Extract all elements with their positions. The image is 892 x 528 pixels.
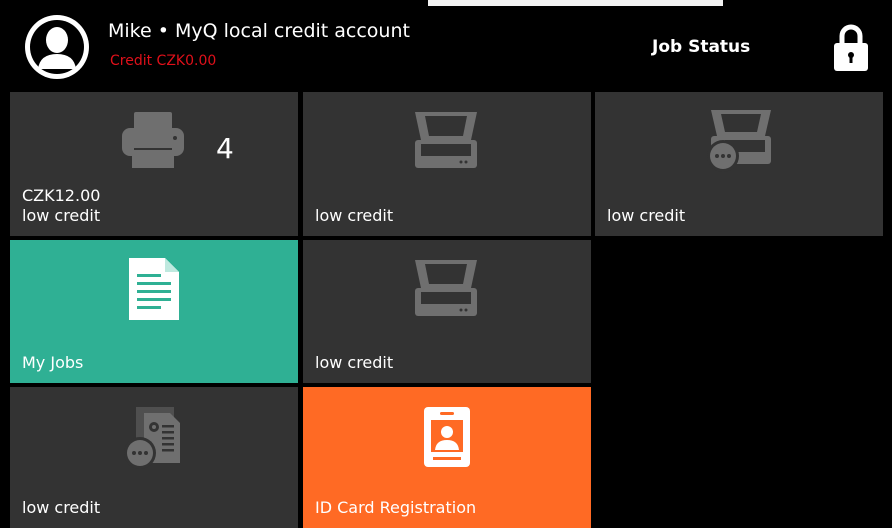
tile-scan[interactable]: low credit bbox=[303, 92, 591, 236]
tile-copy-more[interactable]: low credit bbox=[10, 387, 298, 528]
tile-my-jobs-label: My Jobs bbox=[22, 353, 84, 372]
document-icon bbox=[129, 258, 179, 320]
lock-icon[interactable] bbox=[832, 23, 870, 73]
id-card-icon bbox=[424, 407, 470, 467]
scanner-icon bbox=[415, 112, 477, 168]
tile-scan-label: low credit bbox=[315, 206, 394, 225]
scanner-icon bbox=[415, 260, 477, 316]
avatar-icon[interactable] bbox=[24, 14, 90, 80]
scanner-more-icon bbox=[707, 110, 771, 172]
job-count-badge: 4 bbox=[216, 132, 234, 165]
printer-icon bbox=[122, 112, 184, 168]
copy-document-more-icon bbox=[124, 407, 180, 469]
header-bar: Mike • MyQ local credit account Credit C… bbox=[0, 6, 892, 87]
tile-scan-2[interactable]: low credit bbox=[303, 240, 591, 383]
credit-balance: Credit CZK0.00 bbox=[110, 53, 217, 69]
job-status-button[interactable]: Job Status bbox=[652, 37, 750, 57]
tile-print-label: low credit bbox=[22, 206, 101, 225]
user-account-name: Mike • MyQ local credit account bbox=[108, 20, 410, 42]
tile-id-card-registration[interactable]: ID Card Registration bbox=[303, 387, 591, 528]
tile-my-jobs[interactable]: My Jobs bbox=[10, 240, 298, 383]
tile-print[interactable]: 4 CZK12.00 low credit bbox=[10, 92, 298, 236]
tile-copy-more-label: low credit bbox=[22, 498, 101, 517]
tile-id-card-label: ID Card Registration bbox=[315, 498, 477, 517]
tile-scan-2-label: low credit bbox=[315, 353, 394, 372]
tile-print-credit: CZK12.00 bbox=[22, 186, 101, 205]
tile-scan-more[interactable]: low credit bbox=[595, 92, 883, 236]
tile-scan-more-label: low credit bbox=[607, 206, 686, 225]
